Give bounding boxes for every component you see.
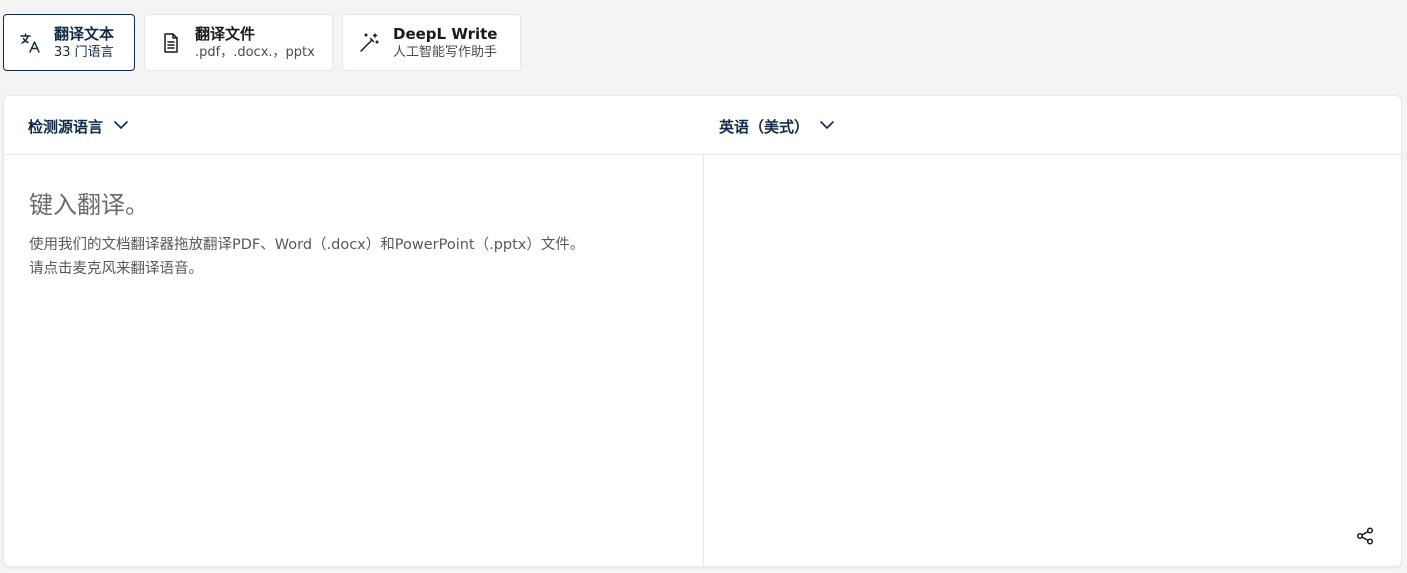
tab-subtitle: 人工智能写作助手: [393, 44, 498, 60]
tab-title: 翻译文本: [54, 24, 115, 43]
chevron-down-icon: [113, 117, 129, 137]
source-hint: 使用我们的文档翻译器拖放翻译PDF、Word（.docx）和PowerPoint…: [29, 233, 584, 281]
hint-line: 请点击麦克风来翻译语音。: [29, 261, 203, 277]
mode-tabs: 翻译文本 33 门语言 翻译文件 .pdf，.docx.，pptx DeepL …: [3, 14, 521, 71]
tab-title: 翻译文件: [195, 24, 256, 43]
source-text-area[interactable]: 键入翻译。 使用我们的文档翻译器拖放翻译PDF、Word（.docx）和Powe…: [4, 155, 703, 566]
share-icon: [1355, 526, 1375, 550]
source-language-select[interactable]: 检测源语言: [28, 116, 129, 137]
translate-icon: [18, 31, 42, 55]
source-placeholder: 键入翻译。: [29, 191, 149, 219]
tab-translate-text[interactable]: 翻译文本 33 门语言: [3, 14, 135, 71]
tab-translate-files[interactable]: 翻译文件 .pdf，.docx.，pptx: [144, 14, 333, 71]
tab-subtitle: 33 门语言: [54, 44, 114, 60]
magic-wand-icon: [357, 31, 381, 55]
document-icon: [159, 31, 183, 55]
tab-title: DeepL Write: [393, 24, 498, 43]
hint-line: 使用我们的文档翻译器拖放翻译PDF、Word（.docx）和PowerPoint…: [29, 237, 585, 253]
translator-panel: 检测源语言 英语（美式） 键入翻译。 使用我们的文档翻译器拖放翻译PDF、Wor…: [3, 95, 1402, 567]
target-language-label: 英语（美式）: [719, 118, 810, 136]
tab-subtitle: .pdf，.docx.，pptx: [195, 44, 315, 60]
target-text-area: [704, 155, 1401, 566]
share-button[interactable]: [1353, 526, 1377, 550]
chevron-down-icon: [819, 117, 835, 137]
source-language-label: 检测源语言: [28, 118, 104, 136]
target-language-select[interactable]: 英语（美式）: [719, 116, 835, 137]
language-bar: 检测源语言 英语（美式）: [4, 96, 1401, 155]
tab-deepl-write[interactable]: DeepL Write 人工智能写作助手: [342, 14, 521, 71]
